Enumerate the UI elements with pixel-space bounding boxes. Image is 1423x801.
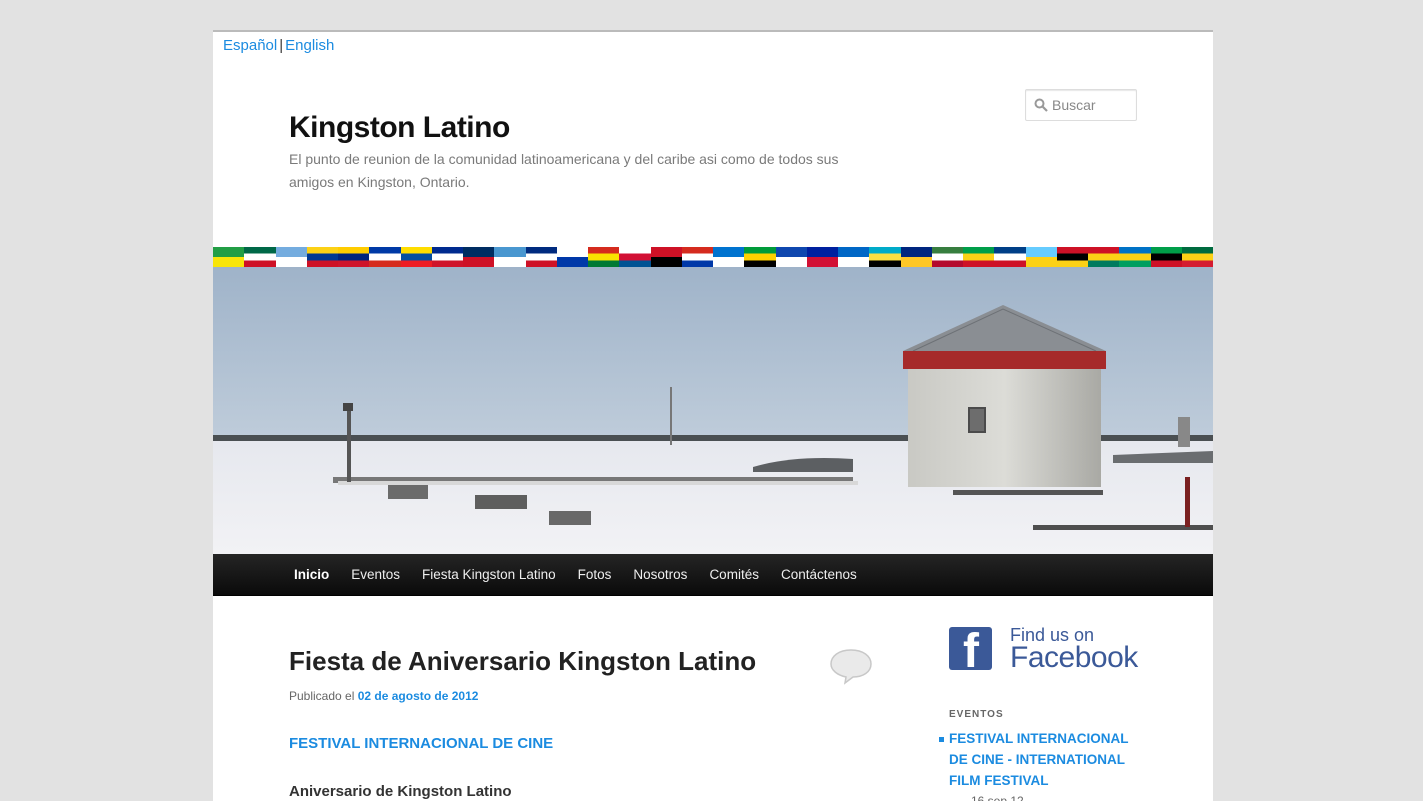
flag [400,247,432,267]
event-date: 16 sep 12 [971,794,1024,801]
flag [369,247,401,267]
search-icon [1034,98,1048,112]
language-switcher: Español | English [223,37,334,54]
lang-es-link[interactable]: Español [223,37,277,54]
flag [494,247,526,267]
flag [650,247,682,267]
flag [431,247,463,267]
nav-item-fotos[interactable]: Fotos [567,554,623,596]
events-list: FESTIVAL INTERNACIONAL DE CINE - INTERNA… [939,728,1149,801]
flag [713,247,745,267]
lang-separator: | [279,37,284,54]
nav-item-inicio[interactable]: Inicio [283,554,340,596]
flag [1025,247,1057,267]
nav-item-comit-s[interactable]: Comités [698,554,770,596]
post-meta-prefix: Publicado el [289,689,355,703]
flag [619,247,651,267]
flag [931,247,963,267]
flag [213,247,245,267]
post-date-link[interactable]: 02 de agosto de 2012 [358,689,479,703]
flag [275,247,307,267]
facebook-icon: f [949,627,992,670]
flag [806,247,838,267]
flag [1150,247,1182,267]
post-subheading: Aniversario de Kingston Latino [289,783,512,800]
site-title[interactable]: Kingston Latino [289,111,510,145]
flags-strip [213,247,1213,267]
page: Español | English Kingston Latino El punto… [213,30,1213,801]
flag [775,247,807,267]
flag [338,247,370,267]
flag [1056,247,1088,267]
flag [244,247,276,267]
winter-harbour-image [213,267,1213,554]
flag [994,247,1026,267]
flag [525,247,557,267]
flag [463,247,495,267]
flag [838,247,870,267]
facebook-logo-letter: f [963,627,979,670]
site-description: El punto de reunion de la comunidad lati… [289,151,839,190]
flag [1088,247,1120,267]
post-festival-link[interactable]: FESTIVAL INTERNACIONAL DE CINE [289,735,553,752]
flag [1181,247,1213,267]
flag [681,247,713,267]
post-meta: Publicado el 02 de agosto de 2012 [289,689,478,703]
post-title[interactable]: Fiesta de Aniversario Kingston Latino [289,646,756,677]
flag [556,247,588,267]
flag [306,247,338,267]
event-title-link[interactable]: FESTIVAL INTERNACIONAL DE CINE - INTERNA… [949,731,1128,788]
flag [900,247,932,267]
search-box[interactable] [1025,89,1137,121]
main-navigation: Inicio Eventos Fiesta Kingston Latino Fotos… [213,554,1213,596]
facebook-widget[interactable]: f Find us on Facebook [949,625,1139,675]
lang-en-link[interactable]: English [285,37,334,54]
nav-list: Inicio Eventos Fiesta Kingston Latino Fotos… [283,554,1213,596]
nav-item-fiesta-kingston-latino[interactable]: Fiesta Kingston Latino [411,554,567,596]
event-item[interactable]: FESTIVAL INTERNACIONAL DE CINE - INTERNA… [939,728,1149,801]
events-widget-title: EVENTOS [949,709,1004,720]
header-image [213,267,1213,554]
flag [1119,247,1151,267]
flag [588,247,620,267]
facebook-name-text: Facebook [1010,641,1138,674]
search-input[interactable] [1052,90,1136,120]
nav-item-nosotros[interactable]: Nosotros [622,554,698,596]
nav-item-cont-ctenos[interactable]: Contáctenos [770,554,868,596]
flag [744,247,776,267]
flag [869,247,901,267]
nav-item-eventos[interactable]: Eventos [340,554,411,596]
comment-bubble-icon[interactable] [829,647,873,685]
flag [963,247,995,267]
